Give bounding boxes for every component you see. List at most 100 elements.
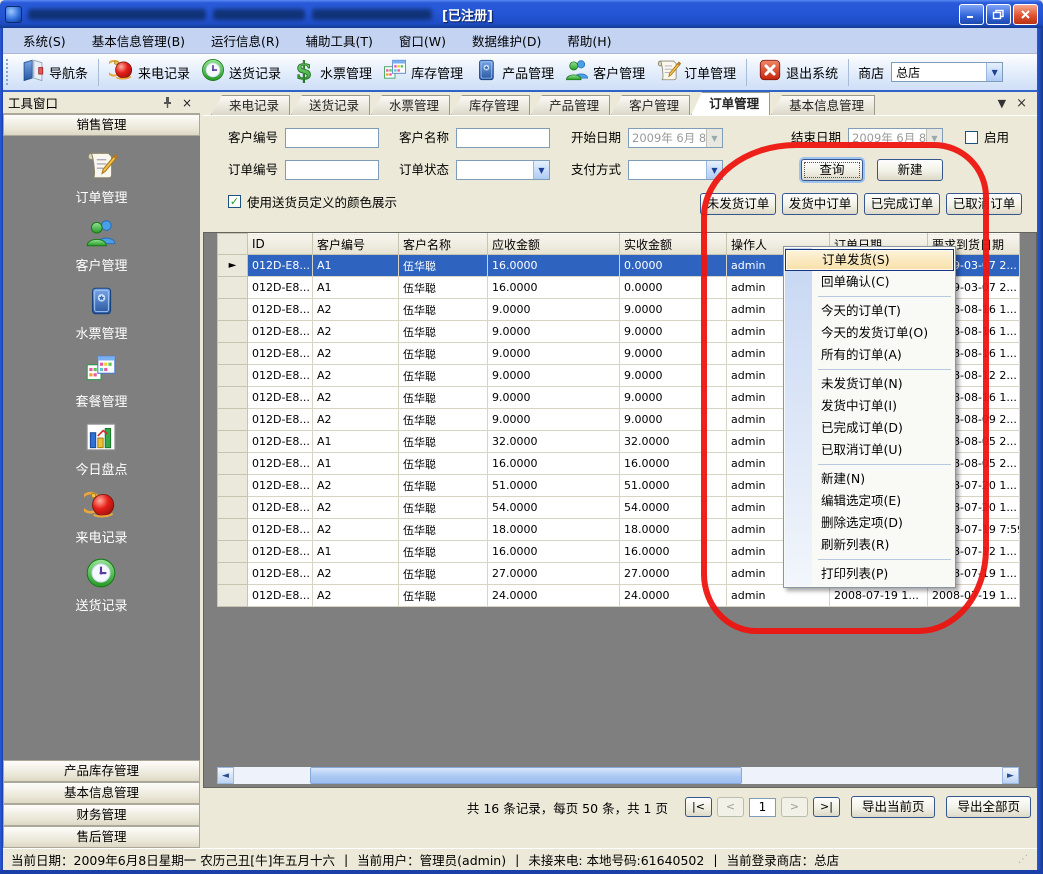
menu-item-confirm-receipt[interactable]: 回单确认(C) [785,271,954,293]
cell-received[interactable]: 9.0000 [620,321,727,343]
cell-receivable[interactable]: 16.0000 [488,541,620,563]
export-all-pages-button[interactable]: 导出全部页 [946,796,1031,818]
sidebar-item-call-records[interactable]: 来电记录 [75,488,127,546]
tab-close-icon[interactable]: × [1016,96,1027,111]
cell-customer-no[interactable]: A1 [313,277,399,299]
filter-cancelled-button[interactable]: 已取消订单 [946,193,1022,215]
tab-basic-info[interactable]: 基本信息管理 [771,95,875,115]
tab-water-tickets[interactable]: 水票管理 [371,95,450,115]
row-selector-cell[interactable]: ► [218,255,248,277]
cell-id[interactable]: 012D-E8... [248,299,313,321]
cell-id[interactable]: 012D-E8... [248,585,313,607]
menu-item-completed-orders[interactable]: 已完成订单(D) [785,417,954,439]
scrollbar-thumb[interactable] [310,767,742,784]
menu-item-unshipped-orders[interactable]: 未发货订单(N) [785,373,954,395]
cell-customer-no[interactable]: A2 [313,365,399,387]
menu-item-edit-selected[interactable]: 编辑选定项(E) [785,490,954,512]
cell-receivable[interactable]: 9.0000 [488,387,620,409]
cell-receivable[interactable]: 54.0000 [488,497,620,519]
minimize-button[interactable] [959,4,984,25]
menu-item-ship-order[interactable]: 订单发货(S) [785,249,954,271]
filter-unshipped-button[interactable]: 未发货订单 [700,193,776,215]
cell-customer-name[interactable]: 伍华聪 [399,343,488,365]
toolbar-call-records[interactable]: 来电记录 [104,55,195,89]
col-header-customer-name[interactable]: 客户名称 [399,234,488,255]
row-selector-cell[interactable] [218,431,248,453]
customer-no-input[interactable] [285,128,379,148]
tab-list-dropdown-icon[interactable]: ▼ [998,97,1006,110]
cell-receivable[interactable]: 16.0000 [488,453,620,475]
row-selector-cell[interactable] [218,541,248,563]
menu-window[interactable]: 窗口(W) [388,28,457,53]
query-button[interactable]: 查询 [801,159,863,181]
horizontal-scrollbar[interactable]: ◄ ► [217,767,1019,784]
toolbar-navigator[interactable]: 导航条 [15,55,93,89]
cell-customer-no[interactable]: A2 [313,387,399,409]
next-page-button[interactable]: > [781,797,808,817]
cell-customer-no[interactable]: A1 [313,431,399,453]
menu-item-refresh-list[interactable]: 刷新列表(R) [785,534,954,556]
enable-checkbox[interactable] [965,131,978,144]
col-header-id[interactable]: ID [248,234,313,255]
order-status-combobox[interactable]: ▼ [456,160,550,180]
sidebar-section-sales[interactable]: 销售管理 [3,114,200,136]
cell-receivable[interactable]: 16.0000 [488,277,620,299]
sidebar-section-after-sales[interactable]: 售后管理 [3,826,200,848]
sidebar-item-packages[interactable]: 套餐管理 [75,352,127,410]
cell-id[interactable]: 012D-E8... [248,343,313,365]
menu-system[interactable]: 系统(S) [12,28,77,53]
toolbar-exit[interactable]: 退出系统 [752,55,843,89]
row-selector-cell[interactable] [218,563,248,585]
col-header-customer-no[interactable]: 客户编号 [313,234,399,255]
cell-id[interactable]: 012D-E8... [248,431,313,453]
pay-method-combobox[interactable]: ▼ [628,160,723,180]
cell-id[interactable]: 012D-E8... [248,387,313,409]
menu-data-maintenance[interactable]: 数据维护(D) [461,28,552,53]
cell-id[interactable]: 012D-E8... [248,497,313,519]
cell-received[interactable]: 9.0000 [620,409,727,431]
menu-item-all-orders[interactable]: 所有的订单(A) [785,344,954,366]
row-selector-cell[interactable] [218,453,248,475]
cell-id[interactable]: 012D-E8... [248,541,313,563]
cell-customer-name[interactable]: 伍华聪 [399,585,488,607]
toolbar-customers[interactable]: 客户管理 [559,55,650,89]
cell-customer-name[interactable]: 伍华聪 [399,409,488,431]
menu-item-new[interactable]: 新建(N) [785,468,954,490]
new-button[interactable]: 新建 [877,159,943,181]
tab-delivery-records[interactable]: 送货记录 [291,95,370,115]
cell-receivable[interactable]: 24.0000 [488,585,620,607]
sidebar-item-customers[interactable]: 客户管理 [75,216,127,274]
menu-item-print-list[interactable]: 打印列表(P) [785,563,954,585]
sidebar-section-basic-info[interactable]: 基本信息管理 [3,782,200,804]
toolbar-orders[interactable]: 订单管理 [650,55,741,89]
row-selector-cell[interactable] [218,497,248,519]
cell-receivable[interactable]: 18.0000 [488,519,620,541]
sidebar-item-daily-stocktake[interactable]: 今日盘点 [75,420,127,478]
cell-id[interactable]: 012D-E8... [248,519,313,541]
cell-received[interactable]: 9.0000 [620,343,727,365]
row-selector-cell[interactable] [218,277,248,299]
last-page-button[interactable]: >| [813,797,840,817]
cell-customer-no[interactable]: A1 [313,453,399,475]
cell-received[interactable]: 27.0000 [620,563,727,585]
cell-customer-no[interactable]: A2 [313,343,399,365]
cell-receivable[interactable]: 9.0000 [488,409,620,431]
cell-receivable[interactable]: 9.0000 [488,365,620,387]
cell-customer-no[interactable]: A2 [313,497,399,519]
tab-call-records[interactable]: 来电记录 [211,95,290,115]
chevron-down-icon[interactable]: ▼ [986,63,1002,81]
chevron-down-icon[interactable]: ▼ [533,161,549,179]
menu-item-cancelled-orders[interactable]: 已取消订单(U) [785,439,954,461]
sidebar-item-water-tickets[interactable]: 水票管理 [75,284,127,342]
cell-receivable[interactable]: 9.0000 [488,343,620,365]
first-page-button[interactable]: |< [685,797,712,817]
close-icon[interactable]: × [179,95,195,111]
cell-receivable[interactable]: 9.0000 [488,299,620,321]
shop-combobox[interactable]: 总店 ▼ [891,62,1003,82]
cell-customer-name[interactable]: 伍华聪 [399,431,488,453]
cell-id[interactable]: 012D-E8... [248,321,313,343]
tab-products[interactable]: 产品管理 [531,95,610,115]
cell-received[interactable]: 16.0000 [620,541,727,563]
row-selector-cell[interactable] [218,409,248,431]
cell-receivable[interactable]: 16.0000 [488,255,620,277]
